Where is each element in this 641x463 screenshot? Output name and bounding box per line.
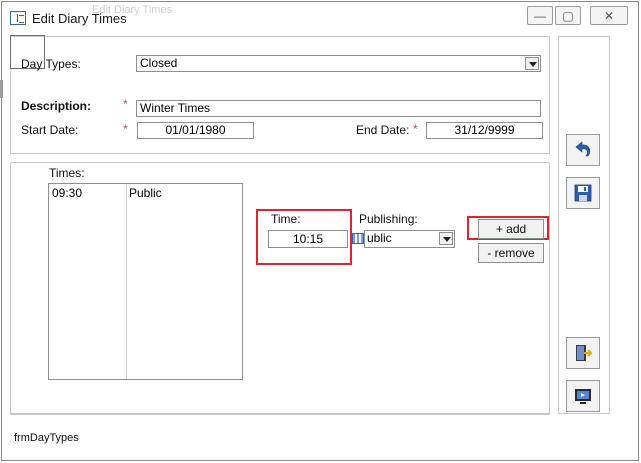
preview-button[interactable]	[566, 380, 600, 412]
description-label: Description:	[21, 99, 92, 113]
footer-divider	[10, 414, 550, 415]
remove-button[interactable]: - remove	[478, 243, 544, 263]
chevron-down-icon[interactable]	[525, 57, 539, 70]
column-divider	[126, 184, 127, 379]
start-date-field[interactable]: 01/01/1980	[137, 122, 254, 139]
minimize-button[interactable]: —	[527, 6, 553, 25]
exit-button[interactable]	[566, 337, 600, 369]
description-field[interactable]: Winter Times	[136, 100, 541, 117]
publishing-label: Publishing:	[359, 212, 418, 226]
calendar-icon[interactable]	[352, 233, 364, 244]
day-types-value: Closed	[140, 56, 178, 70]
start-date-label: Start Date:	[21, 123, 79, 137]
publishing-value: ublic	[367, 231, 392, 245]
list-item-time: 09:30	[52, 186, 83, 200]
times-label: Times:	[49, 166, 85, 180]
monitor-icon	[575, 389, 591, 404]
ghost-title: Edit Diary Times	[92, 4, 173, 16]
end-date-required-mark: *	[413, 122, 418, 136]
publishing-combo[interactable]: ublic	[364, 230, 455, 248]
save-icon	[574, 184, 592, 202]
end-date-field[interactable]: 31/12/9999	[426, 122, 543, 139]
undo-button[interactable]	[566, 134, 600, 166]
times-listbox[interactable]: 09:30 Public	[48, 183, 243, 380]
save-button[interactable]	[566, 177, 600, 209]
form-icon	[10, 11, 26, 25]
end-date-label: End Date:	[356, 123, 410, 137]
add-button[interactable]: + add	[478, 219, 544, 239]
close-button[interactable]: ✕	[590, 6, 628, 25]
undo-icon	[575, 141, 591, 157]
maximize-button[interactable]: ▢	[555, 6, 581, 25]
list-item-publishing: Public	[129, 186, 162, 200]
time-input[interactable]: 10:15	[268, 230, 348, 248]
list-item[interactable]: 09:30 Public	[49, 186, 242, 202]
form-name: frmDayTypes	[14, 432, 79, 444]
time-label: Time:	[271, 212, 301, 226]
left-edge-mark	[0, 80, 3, 98]
start-date-required-mark: *	[123, 122, 128, 136]
day-types-combo[interactable]: Closed	[136, 55, 541, 72]
day-types-label: Day Types:	[21, 57, 81, 71]
chevron-down-icon[interactable]	[439, 232, 453, 245]
title-bar: Edit Diary Times Edit Diary Times — ▢ ✕	[2, 2, 638, 34]
exit-door-icon	[576, 345, 593, 361]
description-required-mark: *	[123, 97, 128, 111]
